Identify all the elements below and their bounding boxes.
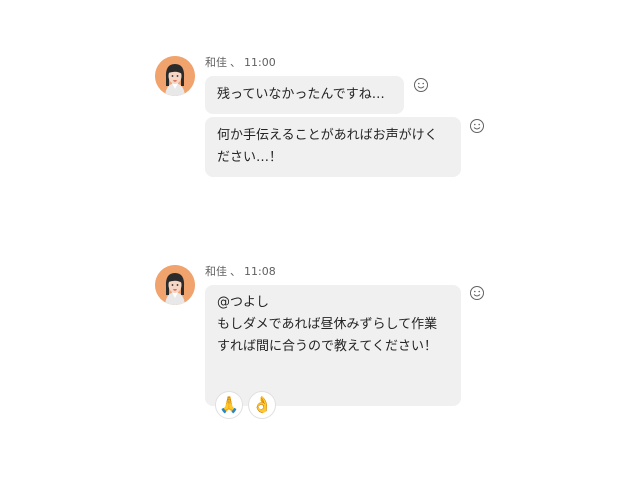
message-group: 和佳、 11:00 残っていなかったんですね… 何か手伝えることがあればお声がけく… — [155, 56, 495, 186]
add-reaction-button[interactable] — [469, 118, 485, 134]
message-meta: 和佳、 11:00 — [205, 56, 276, 70]
avatar[interactable] — [155, 265, 195, 305]
chat-thread: 和佳、 11:00 残っていなかったんですね… 何か手伝えることがあればお声がけく… — [0, 0, 640, 480]
message-bubble[interactable]: 残っていなかったんですね… — [205, 76, 404, 114]
folded-hands-icon[interactable]: 🙏 — [215, 391, 243, 419]
smiley-icon — [414, 78, 428, 92]
add-reaction-button[interactable] — [469, 285, 485, 301]
sender-name: 和佳 — [205, 56, 227, 69]
message-time: 11:08 — [244, 265, 276, 278]
message-time: 11:00 — [244, 56, 276, 69]
message-bubble[interactable]: 何か手伝えることがあればお声がけください…！ — [205, 117, 461, 177]
message-group: 和佳、 11:08 @つよし もしダメであれば昼休みずらして作業すれば間に合うので… — [155, 265, 495, 425]
smiley-icon — [470, 119, 484, 133]
message-meta: 和佳、 11:08 — [205, 265, 276, 279]
sender-name: 和佳 — [205, 265, 227, 278]
smiley-icon — [470, 286, 484, 300]
meta-separator: 、 — [230, 56, 241, 69]
reactions-bar: 🙏 👌 — [215, 391, 276, 419]
ok-hand-icon[interactable]: 👌 — [248, 391, 276, 419]
avatar[interactable] — [155, 56, 195, 96]
meta-separator: 、 — [230, 265, 241, 278]
add-reaction-button[interactable] — [413, 77, 429, 93]
message-bubble[interactable]: @つよし もしダメであれば昼休みずらして作業すれば間に合うので教えてください！ — [205, 285, 461, 406]
